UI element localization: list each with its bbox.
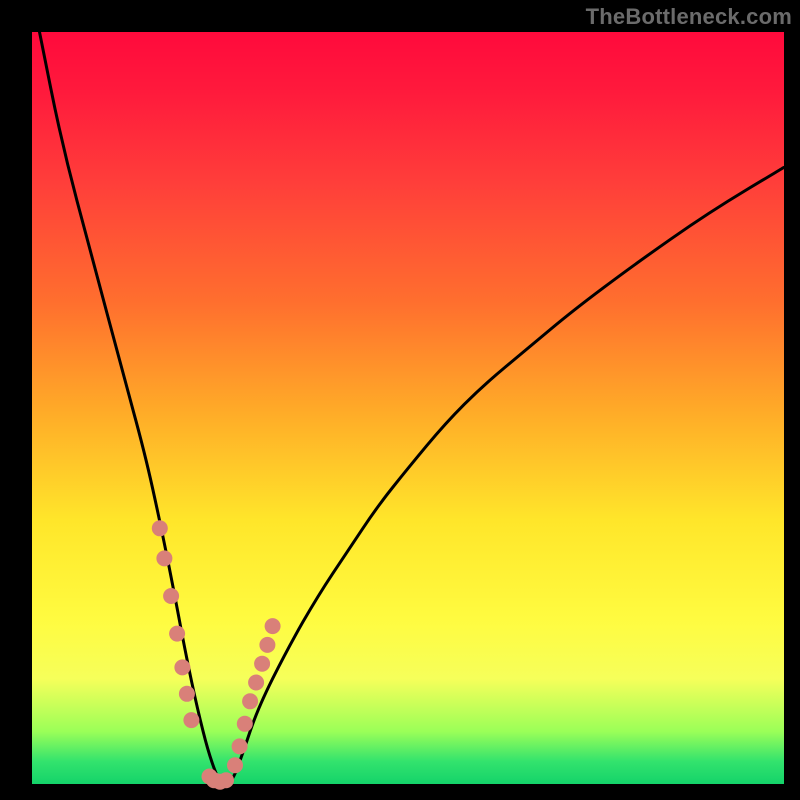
- highlight-dot: [156, 550, 172, 566]
- bottleneck-curve: [40, 32, 785, 784]
- chart-frame: TheBottleneck.com: [0, 0, 800, 800]
- highlight-dot: [179, 686, 195, 702]
- chart-svg: [32, 32, 784, 784]
- highlight-dot: [254, 656, 270, 672]
- highlight-dot: [218, 772, 234, 788]
- highlight-dot: [259, 637, 275, 653]
- highlight-dot: [237, 716, 253, 732]
- watermark-text: TheBottleneck.com: [586, 4, 792, 30]
- highlight-dot: [183, 712, 199, 728]
- highlight-dots: [152, 520, 281, 789]
- highlight-dot: [152, 520, 168, 536]
- highlight-dot: [248, 675, 264, 691]
- highlight-dot: [169, 626, 185, 642]
- chart-plot-area: [32, 32, 784, 784]
- highlight-dot: [163, 588, 179, 604]
- highlight-dot: [227, 757, 243, 773]
- highlight-dot: [174, 659, 190, 675]
- highlight-dot: [242, 693, 258, 709]
- highlight-dot: [265, 618, 281, 634]
- highlight-dot: [232, 738, 248, 754]
- curve-layer: [40, 32, 785, 784]
